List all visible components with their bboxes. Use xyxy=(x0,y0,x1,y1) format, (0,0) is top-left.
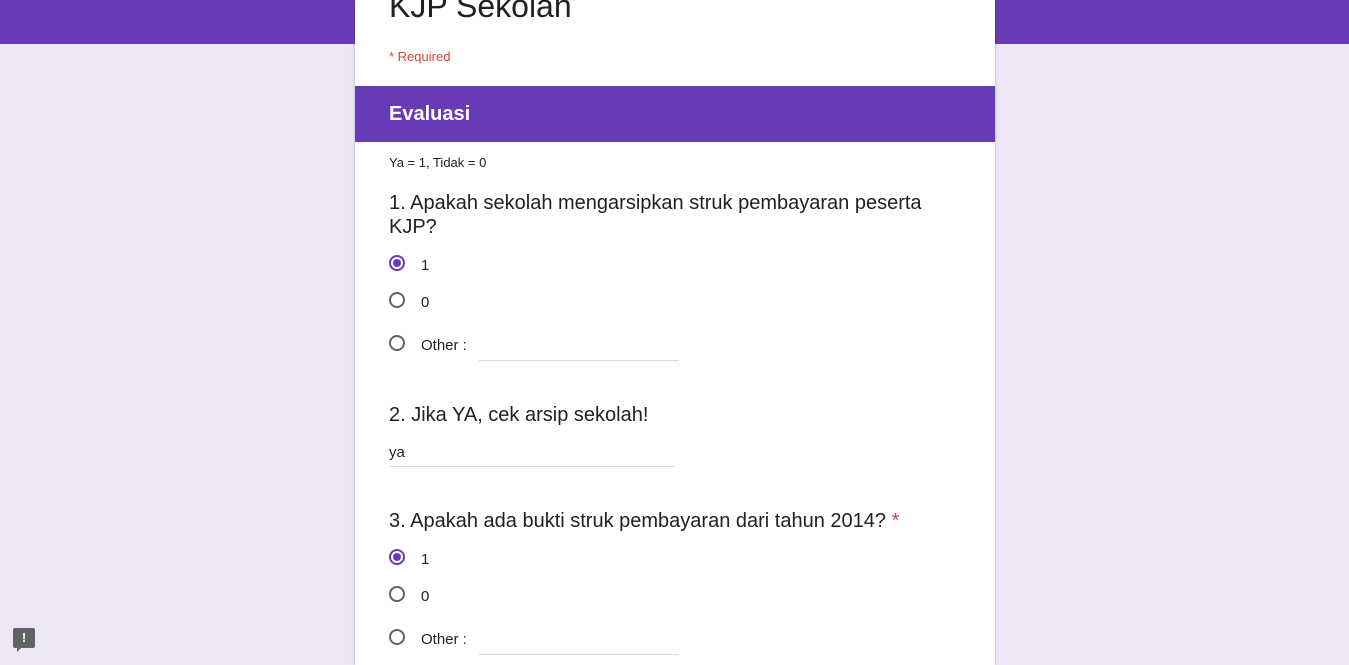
q3-option-other-radio[interactable] xyxy=(389,629,405,645)
q1-option-other-label[interactable]: Other : xyxy=(421,337,467,354)
question-3-title-text: 3. Apakah ada bukti struk pembayaran dar… xyxy=(389,510,887,532)
q2-answer-input[interactable]: ya xyxy=(389,444,674,467)
q3-option-0-radio[interactable] xyxy=(389,586,405,602)
q1-option-1-radio[interactable] xyxy=(389,255,405,271)
q1-other-input[interactable] xyxy=(479,340,679,361)
q3-option-other-label[interactable]: Other : xyxy=(421,631,467,648)
q1-option-0-radio[interactable] xyxy=(389,292,405,308)
q1-option-1-label[interactable]: 1 xyxy=(421,257,429,274)
radio-selected-dot xyxy=(393,259,401,267)
report-feedback-icon[interactable]: ! xyxy=(13,628,35,652)
question-1-title: 1. Apakah sekolah mengarsipkan struk pem… xyxy=(389,192,922,238)
q3-option-1-label[interactable]: 1 xyxy=(421,551,429,568)
q1-option-0-label[interactable]: 0 xyxy=(421,294,429,311)
form-title: KJP Sekolah xyxy=(389,0,572,24)
question-3-title: 3. Apakah ada bukti struk pembayaran dar… xyxy=(389,509,949,533)
form-card: KJP Sekolah * Required Evaluasi Ya = 1, … xyxy=(355,0,995,665)
required-note: * Required xyxy=(389,49,451,64)
section-header: Evaluasi xyxy=(355,86,995,142)
q2-answer-value: ya xyxy=(389,444,405,461)
required-asterisk: * xyxy=(891,510,900,532)
q1-option-other-radio[interactable] xyxy=(389,335,405,351)
radio-selected-dot xyxy=(393,553,401,561)
section-title: Evaluasi xyxy=(389,103,471,125)
question-2-title: 2. Jika YA, cek arsip sekolah! xyxy=(389,404,649,426)
q3-other-input[interactable] xyxy=(479,634,679,655)
q3-option-1-radio[interactable] xyxy=(389,549,405,565)
section-description: Ya = 1, Tidak = 0 xyxy=(389,155,487,170)
q3-option-0-label[interactable]: 0 xyxy=(421,588,429,605)
